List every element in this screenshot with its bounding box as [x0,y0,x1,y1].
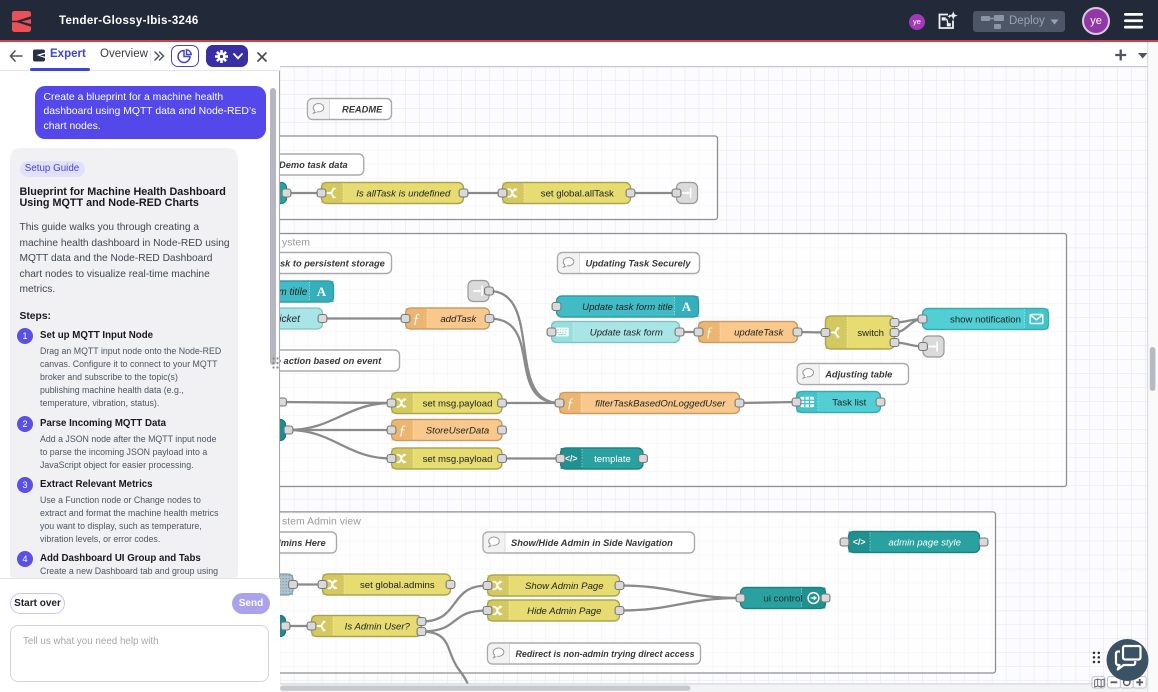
svg-text:Redirect is non-admin trying d: Redirect is non-admin trying direct acce… [515,649,694,659]
svg-text:admin page style: admin page style [888,538,961,549]
svg-text:Update task form title: Update task form title [582,302,673,313]
svg-text:ƒ: ƒ [566,397,573,412]
svg-text:show notification: show notification [950,315,1021,326]
svg-text:ƒ: ƒ [705,326,712,341]
svg-text:Adjusting table: Adjusting table [824,370,892,380]
svg-text:m titile: m titile [280,287,308,298]
svg-text:set global.admins: set global.admins [359,580,434,591]
svg-text:updateTask: updateTask [734,328,784,339]
svg-text:Show Admin Page: Show Admin Page [525,581,604,592]
svg-text:</>: </> [852,537,865,547]
svg-text:ƒ: ƒ [398,424,405,439]
svg-text:icket: icket [280,314,301,325]
svg-text:Update task form: Update task form [589,328,662,339]
svg-text:</>: </> [564,454,577,464]
svg-text:Hide Admin Page: Hide Admin Page [527,606,601,617]
svg-text:addTask: addTask [440,314,477,325]
svg-text:ystem: ystem [282,237,310,249]
svg-text:Take action based on event: Take action based on event [280,356,382,366]
svg-text:Is allTask is undefined: Is allTask is undefined [356,189,451,200]
svg-text:ui control: ui control [763,594,802,605]
svg-text:set msg.payload: set msg.payload [422,454,492,465]
svg-text:Updating Task Securely: Updating Task Securely [585,259,691,269]
svg-text:README: README [342,105,383,115]
svg-text:switch: switch [857,328,884,339]
svg-text:Show/Hide Admin in Side Naviga: Show/Hide Admin in Side Navigation [511,538,673,548]
svg-text:A: A [316,284,326,299]
svg-text:Save task to persistent storag: Save task to persistent storage [280,259,385,269]
svg-text:A: A [681,299,691,314]
svg-text:filterTaskBasedOnLoggedUser: filterTaskBasedOnLoggedUser [595,399,726,410]
svg-text:Demo task data: Demo task data [280,160,348,170]
svg-text:stem Admin view: stem Admin view [282,516,361,528]
svg-text:template: template [594,454,631,465]
svg-text:set global.allTask: set global.allTask [540,189,613,200]
svg-text:Task list: Task list [832,398,866,409]
svg-text:Is Admin User?: Is Admin User? [344,622,410,633]
svg-text:Add Admins Here: Add Admins Here [280,538,326,548]
svg-text:StoreUserData: StoreUserData [425,426,488,437]
svg-text:ƒ: ƒ [412,312,419,327]
svg-text:set msg.payload: set msg.payload [422,399,492,410]
